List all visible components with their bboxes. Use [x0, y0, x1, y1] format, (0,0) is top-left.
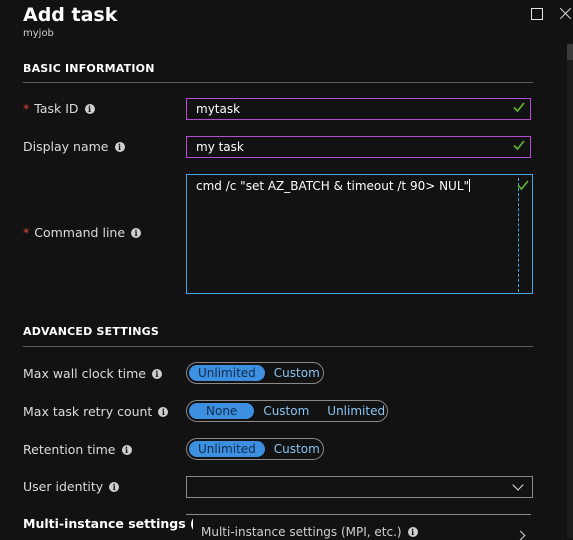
max-wall-clock-label-text: Max wall clock time	[23, 366, 146, 381]
option-custom[interactable]: Custom	[265, 365, 329, 381]
max-retry-label-text: Max task retry count	[23, 404, 153, 419]
info-icon[interactable]: i	[121, 444, 132, 455]
multi-instance-field[interactable]: Multi-instance settings (MPI, etc.) i	[186, 514, 531, 539]
option-custom[interactable]: Custom	[265, 441, 329, 457]
checkmark-icon	[513, 140, 525, 151]
checkmark-icon	[517, 180, 529, 191]
task-id-value: mytask	[196, 102, 241, 116]
scrollbar-thumb[interactable]	[567, 44, 573, 60]
max-wall-clock-label: Max wall clock time i	[23, 366, 162, 381]
textarea-resize-guide	[518, 178, 519, 292]
display-name-label-text: Display name	[23, 139, 109, 154]
option-unlimited[interactable]: Unlimited	[189, 441, 265, 457]
scrollbar-track[interactable]	[567, 44, 573, 538]
divider	[23, 82, 533, 83]
option-unlimited[interactable]: Unlimited	[189, 365, 265, 381]
task-id-label-text: Task ID	[34, 101, 79, 116]
info-icon[interactable]: i	[84, 103, 95, 114]
page-subtitle: myjob	[23, 28, 54, 39]
info-icon[interactable]: i	[158, 406, 169, 417]
retention-label: Retention time i	[23, 442, 132, 457]
chevron-down-icon	[512, 479, 524, 491]
display-name-value: my task	[196, 140, 244, 154]
section-title-basic: BASIC INFORMATION	[23, 62, 155, 75]
task-id-label: * Task ID i	[23, 101, 95, 116]
display-name-input[interactable]: my task	[186, 136, 531, 158]
required-marker: *	[23, 101, 30, 116]
user-identity-label: User identity i	[23, 479, 120, 494]
command-line-label: * Command line i	[23, 225, 142, 240]
retention-label-text: Retention time	[23, 442, 116, 457]
user-identity-label-text: User identity	[23, 479, 104, 494]
info-icon[interactable]: i	[151, 368, 162, 379]
command-line-label-text: Command line	[34, 225, 126, 240]
maximize-icon[interactable]	[529, 6, 545, 22]
close-icon[interactable]	[558, 6, 573, 22]
section-title-advanced: ADVANCED SETTINGS	[23, 325, 160, 338]
required-marker: *	[23, 225, 30, 240]
divider	[23, 346, 533, 347]
task-id-input[interactable]: mytask	[186, 98, 531, 120]
checkmark-icon	[513, 102, 525, 113]
page-title: Add task	[23, 4, 118, 26]
display-name-label: Display name i	[23, 139, 125, 154]
command-line-value: cmd /c "set AZ_BATCH & timeout /t 90> NU…	[196, 179, 470, 193]
option-unlimited[interactable]: Unlimited	[318, 403, 394, 419]
multi-instance-label: Multi-instance settings (MPI, etc.)	[23, 516, 193, 531]
max-retry-toggle[interactable]: None Custom Unlimited	[186, 400, 388, 422]
max-wall-clock-toggle[interactable]: Unlimited Custom	[186, 362, 324, 384]
info-icon[interactable]: i	[114, 141, 125, 152]
user-identity-select[interactable]	[186, 476, 533, 498]
text-caret	[469, 179, 471, 192]
command-line-textarea[interactable]: cmd /c "set AZ_BATCH & timeout /t 90> NU…	[186, 174, 533, 294]
max-retry-label: Max task retry count i	[23, 404, 169, 419]
option-none[interactable]: None	[189, 403, 255, 419]
info-icon[interactable]: i	[407, 526, 418, 537]
retention-toggle[interactable]: Unlimited Custom	[186, 438, 324, 460]
info-icon[interactable]: i	[109, 481, 120, 492]
info-icon[interactable]: i	[131, 227, 142, 238]
multi-instance-field-text: Multi-instance settings (MPI, etc.)	[201, 524, 402, 539]
option-custom[interactable]: Custom	[254, 403, 318, 419]
